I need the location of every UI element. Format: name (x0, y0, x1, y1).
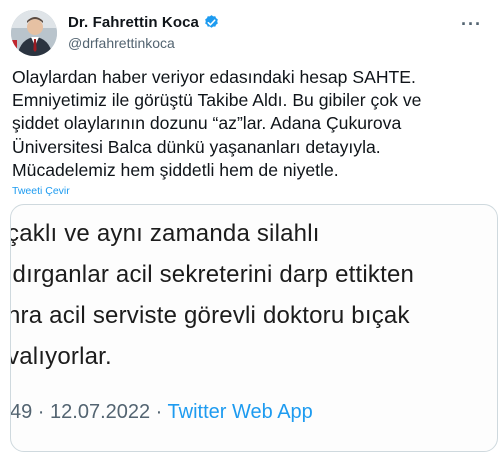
embedded-screenshot-card[interactable]: çaklı ve aynı zamanda silahlı ldırganlar… (10, 204, 498, 452)
author-display-name[interactable]: Dr. Fahrettin Koca (68, 14, 199, 31)
card-text-line: ldırganlar acil sekreterini darp ettikte… (10, 261, 415, 288)
card-timestamp-line: 49 · 12.07.2022 · Twitter Web App (10, 401, 313, 424)
card-text-line: nra acil serviste görevli doktoru bıçak (10, 302, 410, 329)
author-name-row[interactable]: Dr. Fahrettin Koca (68, 14, 220, 31)
card-text-line: valıyorlar. (10, 343, 112, 370)
card-timestamp: 49 · 12.07.2022 · (10, 401, 168, 423)
tweet-text: Olaylardan haber veriyor edasındaki hesa… (12, 67, 422, 180)
verified-badge-icon (203, 14, 220, 31)
tweet-header: Dr. Fahrettin Koca @drfahrettinkoca ··· (0, 0, 500, 64)
author-handle[interactable]: @drfahrettinkoca (68, 35, 175, 51)
avatar[interactable] (11, 10, 57, 56)
card-source-app-link[interactable]: Twitter Web App (168, 401, 313, 423)
card-text-line: çaklı ve aynı zamanda silahlı (10, 220, 320, 247)
more-options-icon[interactable]: ··· (461, 14, 482, 35)
translate-tweet-link[interactable]: Tweeti Çevir (12, 185, 70, 197)
embedded-screenshot-content: çaklı ve aynı zamanda silahlı ldırganlar… (10, 205, 497, 451)
